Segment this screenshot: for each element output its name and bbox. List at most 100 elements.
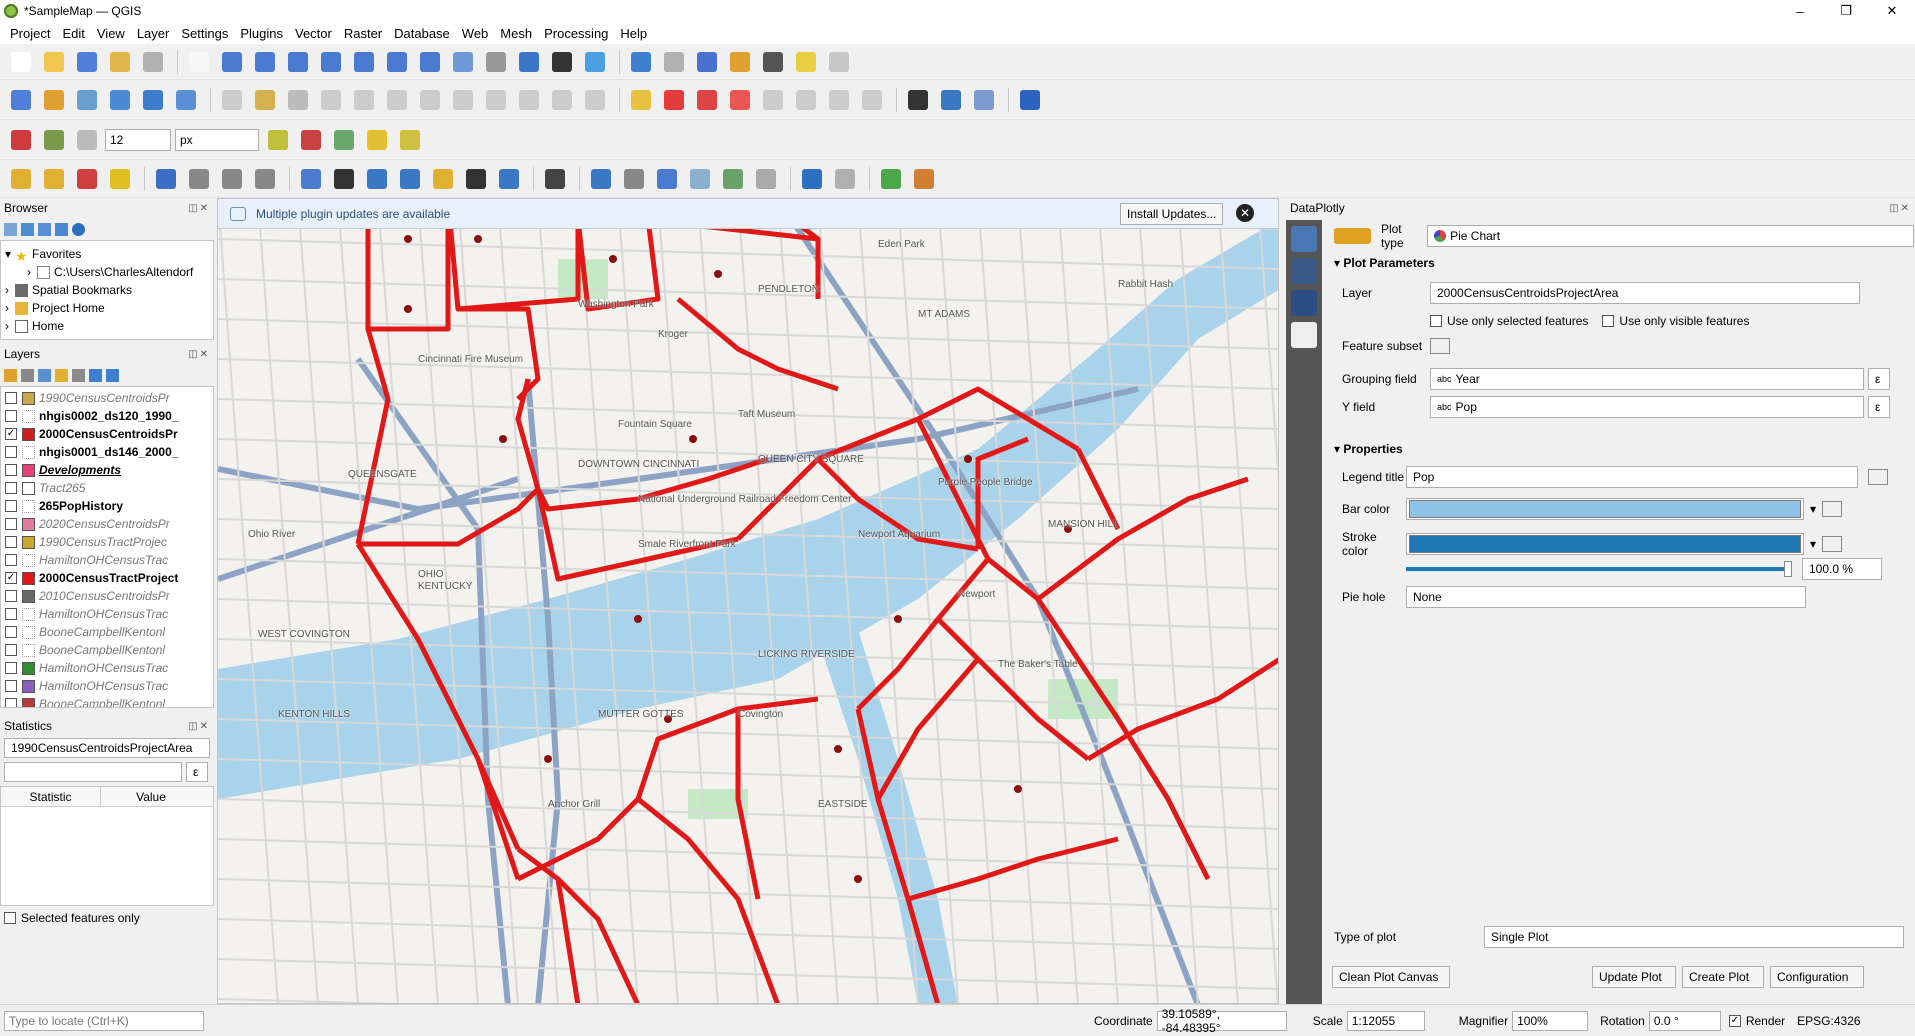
- layer-visibility-checkbox[interactable]: ✓: [5, 572, 17, 584]
- tb1-tool-icon[interactable]: [316, 47, 346, 77]
- self-snap-icon[interactable]: [362, 125, 392, 155]
- close-message-icon[interactable]: ✕: [1236, 204, 1254, 222]
- use-visible-checkbox[interactable]: [1602, 315, 1615, 327]
- tb2-tool-icon[interactable]: [39, 85, 69, 115]
- menu-mesh[interactable]: Mesh: [494, 26, 538, 41]
- bar-color-override-icon[interactable]: [1822, 501, 1843, 517]
- opacity-slider[interactable]: [1406, 561, 1792, 577]
- tb1-tool-icon[interactable]: [692, 47, 722, 77]
- tb2-tool-icon[interactable]: [857, 85, 887, 115]
- plot-type-select[interactable]: Pie Chart: [1427, 225, 1914, 247]
- tb4-tool-icon[interactable]: [685, 164, 715, 194]
- layer-visibility-checkbox[interactable]: [5, 608, 17, 620]
- rotation-spinbox[interactable]: 0.0 °: [1648, 1010, 1721, 1031]
- tb2-tool-icon[interactable]: [791, 85, 821, 115]
- close-button[interactable]: ✕: [1869, 0, 1915, 22]
- properties-section[interactable]: ▾ Properties: [1334, 442, 1403, 456]
- layer-item[interactable]: ✓ 2000CensusCentroidsPr: [5, 425, 209, 443]
- menu-layer[interactable]: Layer: [131, 26, 176, 41]
- clean-plot-canvas-button[interactable]: Clean Plot Canvas: [1332, 966, 1450, 988]
- menu-database[interactable]: Database: [388, 26, 456, 41]
- tb1-tool-icon[interactable]: [547, 47, 577, 77]
- tb4-tool-icon[interactable]: [797, 164, 827, 194]
- tb4-tool-icon[interactable]: [39, 164, 69, 194]
- layer-visibility-checkbox[interactable]: [5, 518, 17, 530]
- tb4-tool-icon[interactable]: [151, 164, 181, 194]
- tb2-tool-icon[interactable]: [936, 85, 966, 115]
- tb4-tool-icon[interactable]: [362, 164, 392, 194]
- pie-hole-spinbox[interactable]: None: [1406, 586, 1806, 608]
- tb1-tool-icon[interactable]: [72, 47, 102, 77]
- layer-item[interactable]: HamiltonOHCensusTrac: [5, 605, 209, 623]
- help-tab-icon[interactable]: [1291, 290, 1317, 316]
- snap-vertex-icon[interactable]: [72, 125, 102, 155]
- layer-item[interactable]: ✓ 2000CensusTractProject: [5, 569, 209, 587]
- tb2-tool-icon[interactable]: [481, 85, 511, 115]
- statistics-field-select[interactable]: [4, 762, 182, 782]
- opacity-input[interactable]: 100.0 %: [1802, 558, 1882, 580]
- tb4-tool-icon[interactable]: [751, 164, 781, 194]
- stroke-color-button[interactable]: [1406, 533, 1804, 555]
- plot-parameters-section[interactable]: ▾ Plot Parameters: [1334, 256, 1435, 270]
- intersection-icon[interactable]: [329, 125, 359, 155]
- tb4-tool-icon[interactable]: [6, 164, 36, 194]
- layer-item[interactable]: 1990CensusCentroidsPr: [5, 389, 209, 407]
- layer-item[interactable]: BooneCampbellKentonl: [5, 641, 209, 659]
- tb1-tool-icon[interactable]: [659, 47, 689, 77]
- snapping-magnet-icon[interactable]: [6, 125, 36, 155]
- tb1-tool-icon[interactable]: [626, 47, 656, 77]
- tb1-tool-icon[interactable]: [6, 47, 36, 77]
- tb4-tool-icon[interactable]: [652, 164, 682, 194]
- minimize-button[interactable]: –: [1777, 0, 1823, 22]
- menu-vector[interactable]: Vector: [289, 26, 338, 41]
- layer-visibility-checkbox[interactable]: [5, 482, 17, 494]
- snap-layer-icon[interactable]: [39, 125, 69, 155]
- tb2-tool-icon[interactable]: [692, 85, 722, 115]
- tb2-tool-icon[interactable]: [6, 85, 36, 115]
- layer-item[interactable]: nhgis0001_ds146_2000_: [5, 443, 209, 461]
- tb1-tool-icon[interactable]: [580, 47, 610, 77]
- topology-icon[interactable]: [263, 125, 293, 155]
- y-field-select[interactable]: abc Pop: [1430, 396, 1864, 418]
- tb4-tool-icon[interactable]: [395, 164, 425, 194]
- render-checkbox[interactable]: ✓: [1728, 1014, 1741, 1027]
- layer-visibility-checkbox[interactable]: [5, 554, 17, 566]
- legend-title-override-icon[interactable]: [1868, 469, 1888, 485]
- tb2-tool-icon[interactable]: [725, 85, 755, 115]
- tb4-tool-icon[interactable]: [876, 164, 906, 194]
- layer-visibility-checkbox[interactable]: [5, 698, 17, 707]
- tb2-tool-icon[interactable]: [903, 85, 933, 115]
- collapse-all-icon[interactable]: [55, 222, 68, 236]
- layer-visibility-checkbox[interactable]: [5, 536, 17, 548]
- dropdown-arrow-icon[interactable]: ▾: [1810, 537, 1816, 551]
- tb1-tool-icon[interactable]: [105, 47, 135, 77]
- coordinate-field[interactable]: 39.10589°, -84.48395°: [1156, 1007, 1287, 1035]
- locator-input[interactable]: Type to locate (Ctrl+K): [4, 1010, 204, 1031]
- bar-color-button[interactable]: [1406, 498, 1804, 520]
- tb2-tool-icon[interactable]: [283, 85, 313, 115]
- tb4-tool-icon[interactable]: [494, 164, 524, 194]
- tb4-tool-icon[interactable]: [619, 164, 649, 194]
- create-plot-button[interactable]: Create Plot: [1682, 966, 1764, 988]
- tb1-tool-icon[interactable]: [283, 47, 313, 77]
- tb1-tool-icon[interactable]: [138, 47, 168, 77]
- tb4-tool-icon[interactable]: [428, 164, 458, 194]
- tb2-tool-icon[interactable]: [659, 85, 689, 115]
- layer-item[interactable]: Developments: [5, 461, 209, 479]
- menu-view[interactable]: View: [91, 26, 131, 41]
- plot-layout-tab-icon[interactable]: [1291, 258, 1317, 284]
- tb4-tool-icon[interactable]: [329, 164, 359, 194]
- tb1-tool-icon[interactable]: [791, 47, 821, 77]
- expression-button[interactable]: ε: [186, 762, 208, 782]
- snap-unit-select[interactable]: px: [175, 128, 259, 151]
- selected-only-checkbox[interactable]: [4, 912, 16, 924]
- tb4-tool-icon[interactable]: [72, 164, 102, 194]
- layer-item[interactable]: 2010CensusCentroidsPr: [5, 587, 209, 605]
- code-tab-icon[interactable]: [1291, 322, 1317, 348]
- trace-icon[interactable]: [296, 125, 326, 155]
- tb1-tool-icon[interactable]: [481, 47, 511, 77]
- tb1-tool-icon[interactable]: [382, 47, 412, 77]
- layer-visibility-checkbox[interactable]: [5, 464, 17, 476]
- expand-all-icon[interactable]: [89, 368, 102, 382]
- collapse-all-icon[interactable]: [106, 368, 119, 382]
